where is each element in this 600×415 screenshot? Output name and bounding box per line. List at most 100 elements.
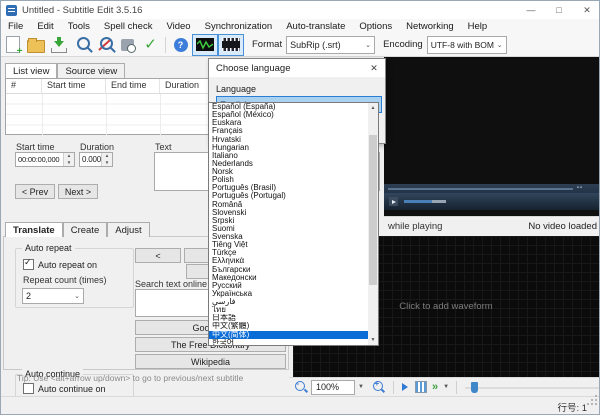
scrollbar-thumb[interactable] <box>369 135 377 285</box>
language-option[interactable]: Български <box>209 266 368 274</box>
language-option[interactable]: Português (Brasil) <box>209 184 368 192</box>
waveform-placeholder[interactable]: Click to add waveform <box>399 301 492 312</box>
spell-check-button[interactable]: ✓ <box>139 34 162 56</box>
menu-auto-translate[interactable]: Auto-translate <box>279 21 352 32</box>
chevron-down-icon[interactable]: ▼ <box>358 384 364 390</box>
arrow-down-icon[interactable]: ▼ <box>102 160 112 167</box>
seek-handle-icon[interactable]: ▪▪ <box>577 185 583 191</box>
menu-synchronization[interactable]: Synchronization <box>198 21 280 32</box>
scroll-up-icon[interactable]: ▲ <box>368 103 378 113</box>
dropdown-scrollbar[interactable]: ▲ ▼ <box>368 103 378 345</box>
tab-translate[interactable]: Translate <box>5 222 63 237</box>
language-option[interactable]: Euskara <box>209 119 368 127</box>
help-button[interactable]: ? <box>169 34 192 56</box>
language-option[interactable]: Tiếng Việt <box>209 241 368 249</box>
language-option[interactable]: Français <box>209 127 368 135</box>
language-option[interactable]: فارسي <box>209 298 368 306</box>
scroll-down-icon[interactable]: ▼ <box>368 335 378 345</box>
language-option[interactable]: Македонски <box>209 274 368 282</box>
language-option[interactable]: Suomi <box>209 225 368 233</box>
resize-grip-icon[interactable] <box>595 403 597 405</box>
toggle-video-button[interactable] <box>218 34 244 56</box>
column-number[interactable]: # <box>6 79 42 93</box>
waveform-play-icon[interactable] <box>402 383 408 391</box>
menu-options[interactable]: Options <box>352 21 399 32</box>
format-select[interactable]: SubRip (.srt) ⌄ <box>286 36 375 54</box>
menu-networking[interactable]: Networking <box>399 21 461 32</box>
slider-track[interactable] <box>465 387 600 389</box>
menu-tools[interactable]: Tools <box>61 21 97 32</box>
volume-slider[interactable] <box>404 200 446 204</box>
video-play-icon[interactable] <box>389 197 398 206</box>
dialog-close-button[interactable]: ✕ <box>363 63 385 74</box>
zoom-in-icon[interactable]: + <box>373 381 383 391</box>
tab-adjust[interactable]: Adjust <box>107 222 149 237</box>
language-option[interactable]: 日本語 <box>209 314 368 322</box>
menu-edit[interactable]: Edit <box>30 21 60 32</box>
tab-source-view[interactable]: Source view <box>57 63 125 78</box>
stepper-arrows[interactable]: ▲▼ <box>63 153 74 166</box>
language-option[interactable]: Nederlands <box>209 160 368 168</box>
language-option[interactable]: Hungarian <box>209 144 368 152</box>
language-option[interactable]: Italiano <box>209 152 368 160</box>
zoom-out-icon[interactable]: - <box>295 381 305 391</box>
start-time-stepper[interactable]: 00:00:00,000 ▲▼ <box>15 152 75 167</box>
repeat-count-select[interactable]: 2 ⌄ <box>22 288 84 304</box>
language-option[interactable]: Hrvatski <box>209 136 368 144</box>
tab-list-view[interactable]: List view <box>5 63 57 78</box>
language-option[interactable]: 中文(繁體) <box>209 322 368 330</box>
video-seek-bar[interactable]: ▪▪ <box>384 184 600 193</box>
language-option[interactable]: Srpski <box>209 217 368 225</box>
video-player[interactable]: ▪▪ <box>384 57 600 216</box>
waveform-position-slider[interactable] <box>465 381 600 394</box>
find-button[interactable] <box>70 34 93 56</box>
language-option[interactable]: Slovenski <box>209 209 368 217</box>
auto-continue-checkbox-row[interactable]: Auto continue on <box>23 383 133 394</box>
new-button[interactable] <box>1 34 24 56</box>
language-option[interactable]: Norsk <box>209 168 368 176</box>
chevron-down-icon[interactable]: ▼ <box>443 384 449 390</box>
stepper-arrows[interactable]: ▲▼ <box>101 153 112 166</box>
column-start-time[interactable]: Start time <box>42 79 106 93</box>
minimize-button[interactable]: — <box>517 1 545 19</box>
column-end-time[interactable]: End time <box>106 79 160 93</box>
play-back-button[interactable]: < <box>135 248 181 263</box>
auto-repeat-checkbox[interactable] <box>23 259 34 270</box>
language-option[interactable]: 한국어 <box>209 339 368 345</box>
slider-thumb[interactable] <box>471 382 478 393</box>
menu-video[interactable]: Video <box>159 21 197 32</box>
wikipedia-button[interactable]: Wikipedia <box>135 354 286 369</box>
language-option[interactable]: Ελληνικά <box>209 257 368 265</box>
language-option[interactable]: Română <box>209 201 368 209</box>
maximize-button[interactable]: □ <box>545 1 573 19</box>
language-option-selected[interactable]: 中文(简体) <box>209 331 368 339</box>
waveform-zoom-select[interactable]: 100% <box>311 380 355 395</box>
open-button[interactable] <box>24 34 47 56</box>
language-option[interactable]: Polish <box>209 176 368 184</box>
auto-continue-checkbox[interactable] <box>23 383 34 394</box>
language-option[interactable]: Português (Portugal) <box>209 192 368 200</box>
menu-help[interactable]: Help <box>461 21 495 32</box>
encoding-select[interactable]: UTF-8 with BOM ⌄ <box>427 36 507 54</box>
replace-button[interactable] <box>93 34 116 56</box>
language-option[interactable]: Español (España) <box>209 103 368 111</box>
column-duration[interactable]: Duration <box>160 79 214 93</box>
close-button[interactable]: ✕ <box>573 1 600 19</box>
arrow-down-icon[interactable]: ▼ <box>64 160 74 167</box>
auto-repeat-checkbox-row[interactable]: Auto repeat on <box>23 259 133 270</box>
prev-button[interactable]: < Prev <box>15 184 55 199</box>
language-option[interactable]: Español (México) <box>209 111 368 119</box>
video-position-icon[interactable] <box>415 381 427 393</box>
language-option[interactable]: ไทย <box>209 306 368 314</box>
toggle-waveform-button[interactable] <box>192 34 218 56</box>
duration-stepper[interactable]: 0.000 ▲▼ <box>79 152 113 167</box>
tab-create[interactable]: Create <box>63 222 108 237</box>
visual-sync-button[interactable] <box>116 34 139 56</box>
language-option[interactable]: Svenska <box>209 233 368 241</box>
fast-forward-icon[interactable]: » <box>432 382 438 393</box>
language-option[interactable]: Русский <box>209 282 368 290</box>
menu-spell-check[interactable]: Spell check <box>97 21 160 32</box>
next-button[interactable]: Next > <box>58 184 98 199</box>
seek-track[interactable] <box>388 188 573 190</box>
menu-file[interactable]: File <box>1 21 30 32</box>
